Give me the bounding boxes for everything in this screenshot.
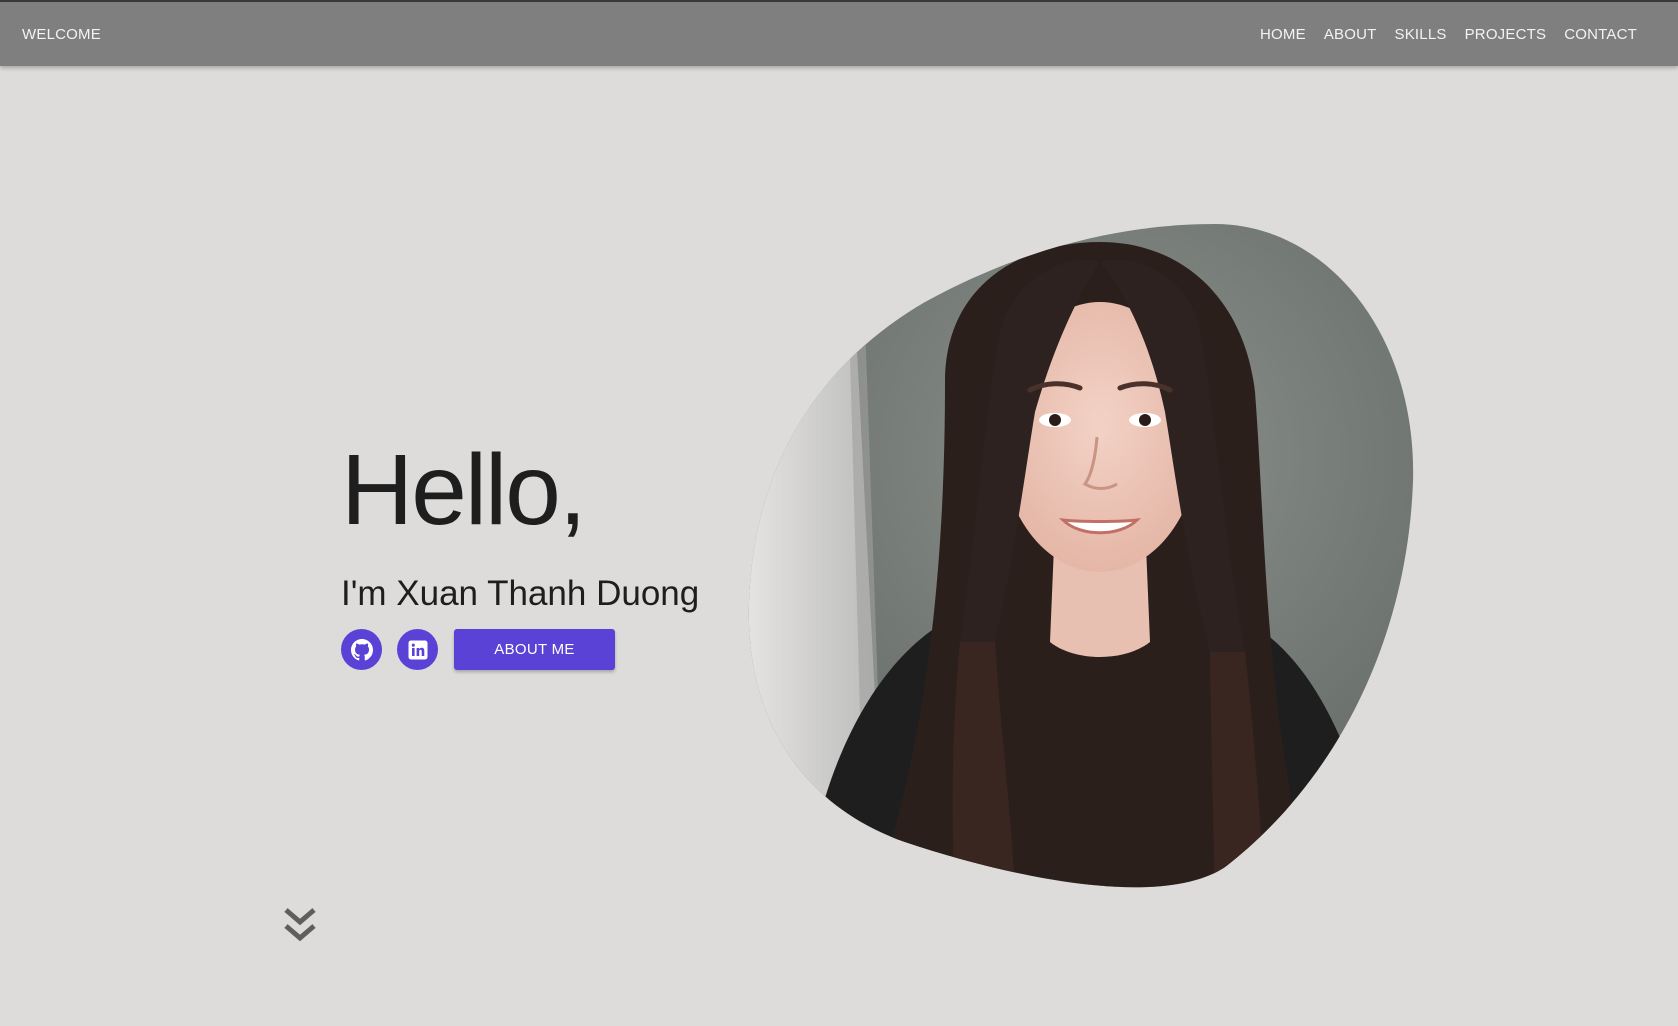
navbar: WELCOME HOME ABOUT SKILLS PROJECTS CONTA… [0,2,1678,66]
hero-intro: I'm Xuan Thanh Duong [341,574,700,613]
double-chevron-down-icon [284,908,316,942]
brand-label[interactable]: WELCOME [22,26,101,43]
hero-actions: ABOUT ME [341,629,615,670]
nav-link-home[interactable]: HOME [1251,20,1315,49]
hero-text: Hello, I'm Xuan Thanh Duong [341,440,699,611]
nav-links: HOME ABOUT SKILLS PROJECTS CONTACT [1251,20,1646,49]
linkedin-icon [408,640,427,659]
hero-greeting: Hello, [341,434,587,546]
linkedin-button[interactable] [397,629,438,670]
nav-link-contact[interactable]: CONTACT [1555,20,1646,49]
github-icon [350,638,373,660]
profile-photo [745,222,1417,890]
about-me-button[interactable]: ABOUT ME [454,629,615,670]
scroll-down-button[interactable] [282,906,318,946]
github-button[interactable] [341,629,382,670]
profile-photo-blob [748,224,1414,888]
nav-link-projects[interactable]: PROJECTS [1456,20,1556,49]
nav-link-skills[interactable]: SKILLS [1386,20,1456,49]
nav-link-about[interactable]: ABOUT [1315,20,1386,49]
